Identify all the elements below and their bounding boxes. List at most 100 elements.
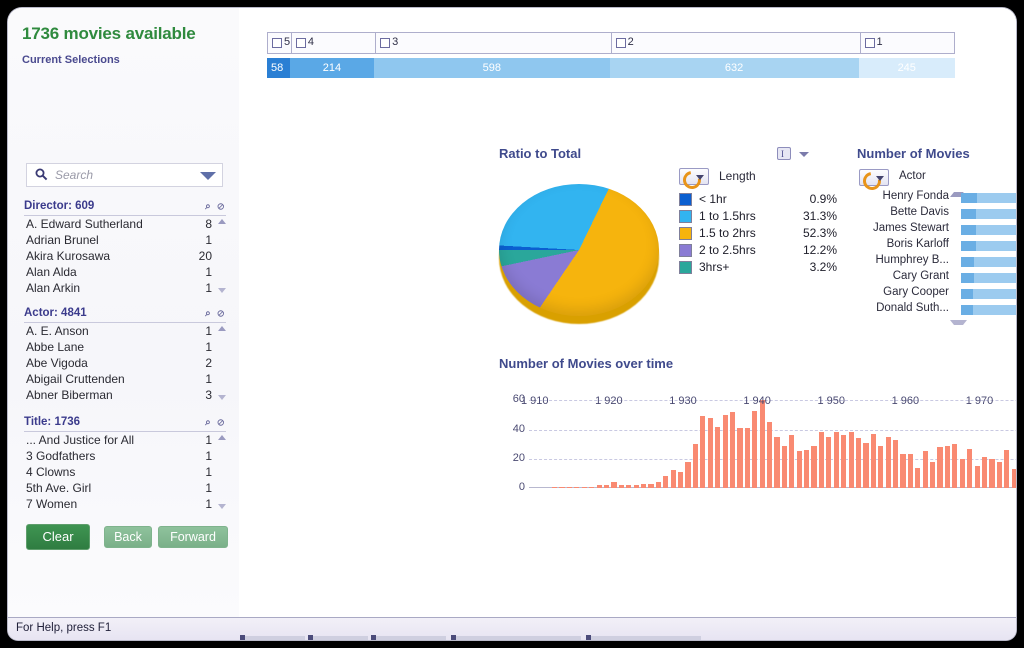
legend-item[interactable]: 2 to 2.5hrs 12.2% xyxy=(679,243,844,258)
timeline-bar[interactable] xyxy=(981,457,988,488)
legend-item[interactable]: < 1hr 0.9% xyxy=(679,192,844,207)
timeline-bar[interactable] xyxy=(744,428,750,488)
timeline-bar[interactable] xyxy=(633,485,639,488)
timeline-bar[interactable] xyxy=(826,436,832,488)
timeline-bar[interactable] xyxy=(930,461,936,488)
timeline-bar[interactable] xyxy=(603,485,610,488)
timeline-bar[interactable] xyxy=(937,447,943,488)
legend-item[interactable]: 3hrs+ 3.2% xyxy=(679,260,844,275)
timeline-bar[interactable] xyxy=(640,483,647,488)
timeline-bar[interactable] xyxy=(989,458,995,488)
list-item[interactable]: 5th Ave. Girl 1 xyxy=(24,481,226,497)
timeline-bar[interactable] xyxy=(974,466,980,488)
timeline-bar[interactable] xyxy=(589,486,595,488)
rating-category-cell[interactable]: 5 xyxy=(268,33,291,53)
cyclic-group-icon[interactable] xyxy=(679,167,709,193)
timeline-bar[interactable] xyxy=(848,432,854,488)
list-item[interactable]: Abe Vigoda 2 xyxy=(24,356,226,372)
timeline-bar[interactable] xyxy=(700,416,706,488)
timeline-bar[interactable] xyxy=(996,461,1002,488)
timeline-bar[interactable] xyxy=(648,483,654,488)
legend-item[interactable]: 1.5 to 2hrs 52.3% xyxy=(679,226,844,241)
timeline-bar[interactable] xyxy=(855,438,862,488)
timeline-plot-area[interactable]: 0 20 40 60 1 910 1 920 1 930 1 940 1 950 1 960 1 9… xyxy=(513,393,1016,493)
timeline-bar[interactable] xyxy=(611,482,617,488)
timeline-bar[interactable] xyxy=(959,458,965,488)
legend-item[interactable]: 1 to 1.5hrs 31.3% xyxy=(679,209,844,224)
timeline-bar[interactable] xyxy=(737,428,743,488)
timeline-bar[interactable] xyxy=(892,439,899,488)
timeline-bar[interactable] xyxy=(922,451,928,488)
timeline-bar[interactable] xyxy=(841,435,847,488)
timeline-bar[interactable] xyxy=(678,471,684,488)
actor-scroll-down[interactable] xyxy=(950,320,967,325)
timeline-bar[interactable] xyxy=(581,486,587,488)
timeline-bar[interactable] xyxy=(944,445,951,488)
rating-bar-segment[interactable]: 58 xyxy=(267,58,290,78)
sheet-tab[interactable] xyxy=(591,636,701,640)
cyclic-group-icon[interactable] xyxy=(859,168,889,194)
timeline-bar[interactable] xyxy=(833,432,839,488)
actor-bar-row[interactable]: Henry Fonda84 xyxy=(849,190,1016,206)
timeline-bar[interactable] xyxy=(900,454,906,488)
actor-bar-row[interactable]: Bette Davis81 xyxy=(849,206,1016,222)
timeline-bar[interactable] xyxy=(618,485,624,488)
timeline-bar[interactable] xyxy=(811,445,817,488)
actor-bar-row[interactable]: Humphrey B...70 xyxy=(849,254,1016,270)
timeline-bar[interactable] xyxy=(907,454,913,488)
list-item[interactable]: ... And Justice for All 1 xyxy=(24,433,226,449)
search-input[interactable]: Search xyxy=(26,163,223,187)
timeline-bar[interactable] xyxy=(781,445,787,488)
listbox-scroll-down[interactable] xyxy=(218,395,226,400)
timeline-bar[interactable] xyxy=(774,436,780,488)
actor-bar-row[interactable]: Boris Karloff79 xyxy=(849,238,1016,254)
actor-bar-row[interactable]: Donald Suth...63 xyxy=(849,302,1016,318)
actor-bar-row[interactable]: Cary Grant66 xyxy=(849,270,1016,286)
rating-category-cell[interactable]: 2 xyxy=(610,33,860,53)
timeline-bar[interactable] xyxy=(967,448,973,488)
checkbox-icon[interactable] xyxy=(380,38,391,48)
checkbox-icon[interactable] xyxy=(615,38,626,48)
listbox-tool-icons[interactable]: ⌕ ⊘ xyxy=(205,308,226,319)
timeline-bar[interactable] xyxy=(559,486,565,488)
timeline-bar[interactable] xyxy=(566,486,573,488)
forward-button[interactable]: Forward xyxy=(158,526,228,548)
timeline-bar[interactable] xyxy=(729,412,736,488)
timeline-bar[interactable] xyxy=(1004,450,1010,488)
sheet-tab-strip[interactable] xyxy=(8,635,1016,640)
timeline-bar[interactable] xyxy=(722,414,728,488)
pie-slices[interactable] xyxy=(499,184,659,316)
timeline-bar[interactable] xyxy=(878,445,884,488)
rating-bar-segment[interactable]: 598 xyxy=(374,58,610,78)
rating-category-cell[interactable]: 4 xyxy=(290,33,375,53)
rating-bar-segment[interactable]: 632 xyxy=(609,58,859,78)
timeline-bar[interactable] xyxy=(663,476,669,488)
sheet-tab[interactable] xyxy=(245,636,305,640)
listbox-scroll-up[interactable] xyxy=(218,326,226,331)
timeline-bar[interactable] xyxy=(818,432,825,488)
timeline-bar[interactable] xyxy=(692,444,699,488)
checkbox-icon[interactable] xyxy=(864,38,875,48)
timeline-bar[interactable] xyxy=(596,485,602,488)
timeline-bar[interactable] xyxy=(789,435,795,488)
timeline-bar[interactable] xyxy=(952,444,958,488)
list-item[interactable]: Alan Alda 1 xyxy=(24,265,226,281)
timeline-bar[interactable] xyxy=(804,450,810,488)
rating-category-cell[interactable]: 1 xyxy=(859,33,956,53)
rating-bar-segment[interactable]: 245 xyxy=(858,58,955,78)
back-button[interactable]: Back xyxy=(104,526,152,548)
listbox-scroll-up[interactable] xyxy=(218,219,226,224)
timeline-bar[interactable] xyxy=(574,486,580,488)
timeline-bar[interactable] xyxy=(759,400,765,488)
rating-category-cell[interactable]: 3 xyxy=(375,33,611,53)
sheet-tab[interactable] xyxy=(456,636,581,640)
timeline-bar[interactable] xyxy=(915,467,921,488)
listbox-tool-icons[interactable]: ⌕ ⊘ xyxy=(205,417,226,428)
clear-button[interactable]: Clear xyxy=(26,524,90,550)
timeline-bar[interactable] xyxy=(870,433,876,488)
list-item[interactable]: Abigail Cruttenden 1 xyxy=(24,372,226,388)
list-item[interactable]: 4 Clowns 1 xyxy=(24,465,226,481)
list-item[interactable]: A. E. Anson 1 xyxy=(24,324,226,340)
chevron-down-icon[interactable] xyxy=(799,152,809,157)
list-item[interactable]: Abbe Lane 1 xyxy=(24,340,226,356)
